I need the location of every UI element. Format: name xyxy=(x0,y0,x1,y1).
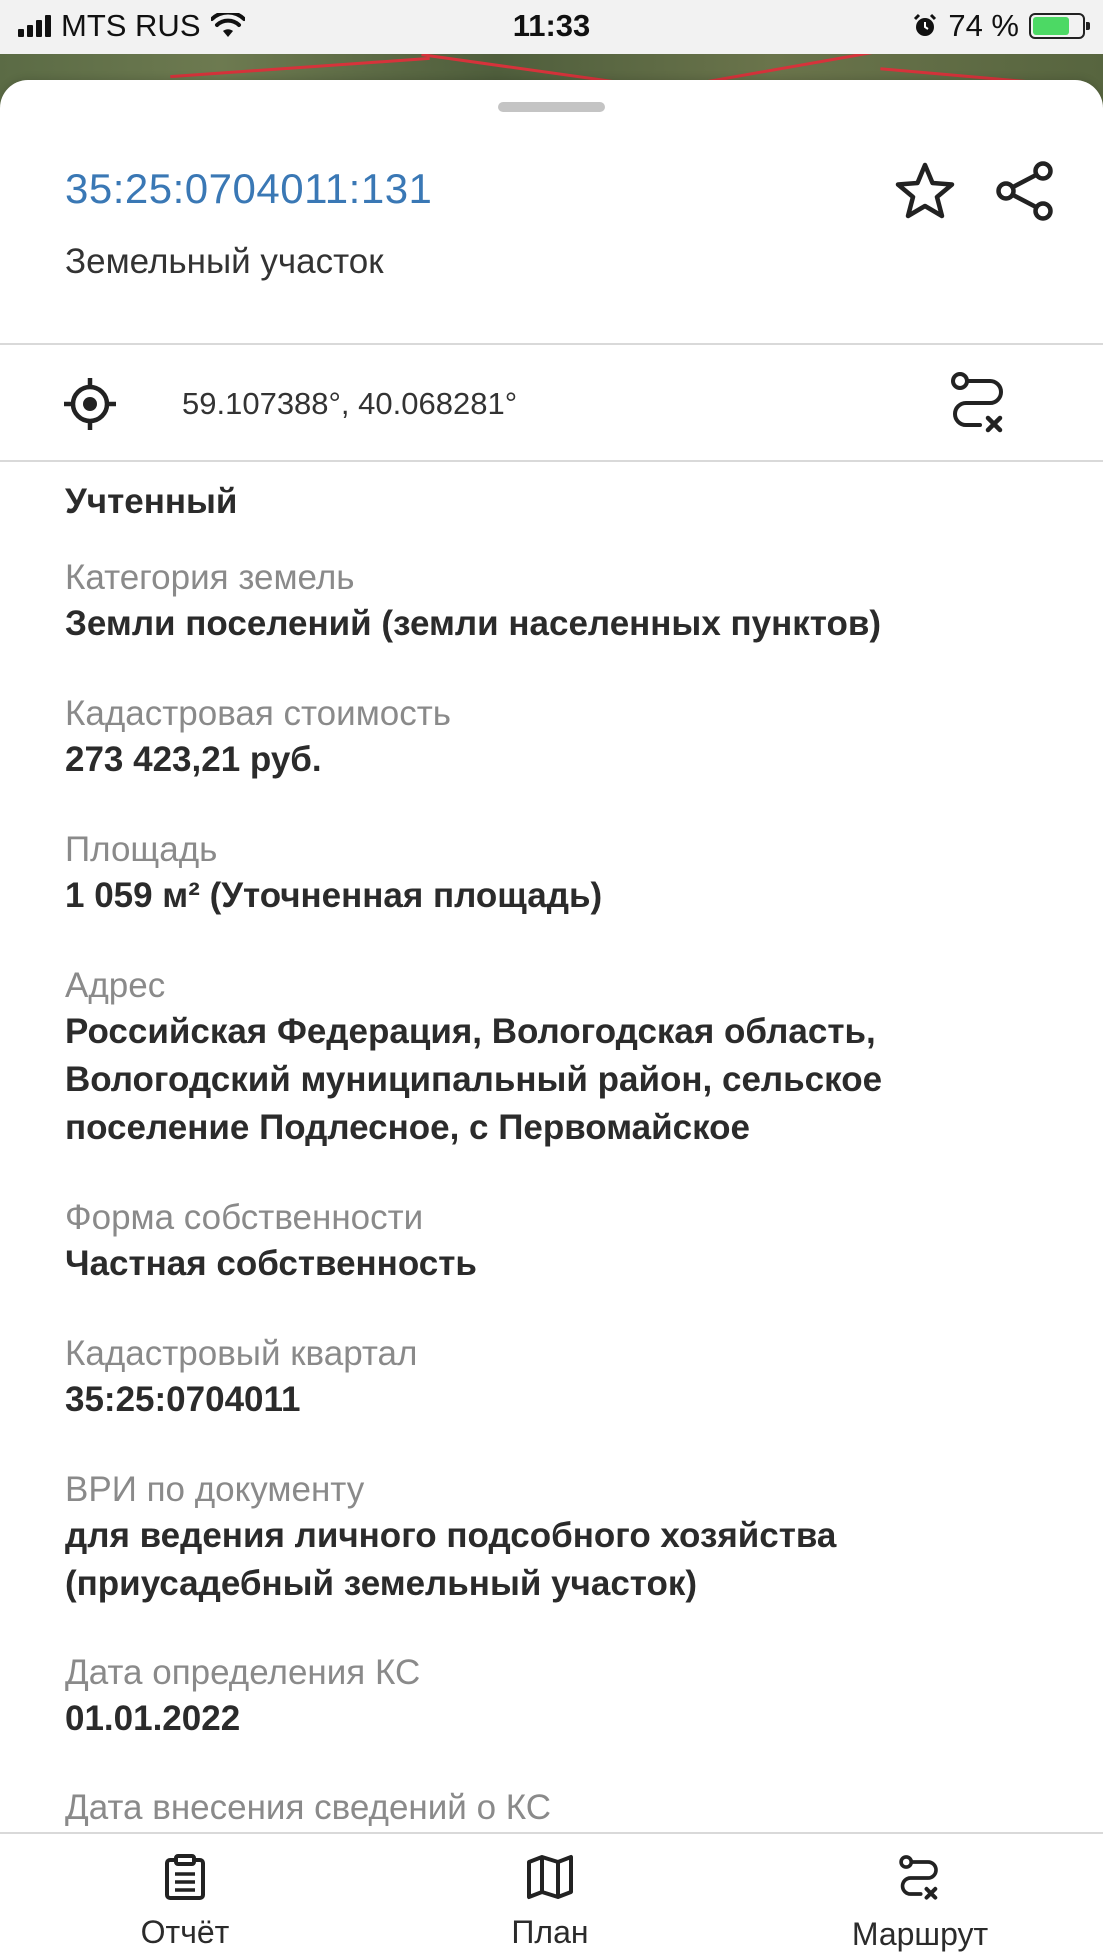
parcel-info-sheet: 35:25:0704011:131 Земельный участок 59.1… xyxy=(0,80,1103,1832)
field-value: 1 059 м² (Уточненная площадь) xyxy=(65,876,603,915)
divider xyxy=(0,343,1103,345)
field-value: 273 423,21 руб. xyxy=(65,740,322,779)
valuation-date-field: Дата определения КС 01.01.2022 xyxy=(65,1651,1055,1743)
route-icon xyxy=(899,1855,938,1900)
permitted-use-line: (приусадебный земельный участок) xyxy=(65,1564,698,1603)
battery-level xyxy=(1033,17,1069,35)
field-label: Дата определения КС xyxy=(65,1653,421,1692)
permitted-use-field: ВРИ по документу для ведения личного под… xyxy=(65,1468,1055,1608)
field-label: ВРИ по документу xyxy=(65,1470,365,1509)
status-right: 74 % xyxy=(912,8,1090,44)
land-category-field: Категория земель Земли поселений (земли … xyxy=(65,556,1055,648)
area-field: Площадь 1 059 м² (Уточненная площадь) xyxy=(65,828,1055,920)
status-field: Учтенный xyxy=(65,478,1055,526)
valuation-entry-date-field: Дата внесения сведений о КС xyxy=(65,1786,1055,1830)
cadastral-value-field: Кадастровая стоимость 273 423,21 руб. xyxy=(65,692,1055,784)
sheet-grabber[interactable] xyxy=(498,102,605,112)
share-icon xyxy=(996,161,1053,221)
field-label: Дата внесения сведений о КС xyxy=(65,1788,552,1827)
crosshair-icon xyxy=(64,378,116,430)
tab-label: Маршрут xyxy=(851,1916,989,1952)
field-value: 35:25:0704011 xyxy=(65,1380,301,1419)
locate-button[interactable] xyxy=(60,374,120,434)
field-value: Частная собственность xyxy=(65,1244,477,1283)
route-clear-icon xyxy=(951,372,1003,433)
cadastral-number[interactable]: 35:25:0704011:131 xyxy=(65,165,432,213)
alarm-icon xyxy=(914,13,937,36)
object-type: Земельный участок xyxy=(65,242,384,281)
tab-plan[interactable]: План xyxy=(480,1834,620,1960)
share-button[interactable] xyxy=(990,156,1060,226)
field-value: 01.01.2022 xyxy=(65,1699,241,1738)
favorite-button[interactable] xyxy=(890,156,960,226)
field-label: Кадастровый квартал xyxy=(65,1334,418,1373)
coordinates-text[interactable]: 59.107388°, 40.068281° xyxy=(182,386,517,422)
field-label: Кадастровая стоимость xyxy=(65,694,451,733)
divider xyxy=(0,460,1103,462)
coordinates-row: 59.107388°, 40.068281° xyxy=(0,346,1103,460)
address-field: Адрес Российская Федерация, Вологодская … xyxy=(65,964,1055,1152)
field-label: Адрес xyxy=(65,966,166,1005)
clipboard-icon xyxy=(165,1854,205,1900)
field-value: Земли поселений (земли населенных пункто… xyxy=(65,604,882,643)
tab-label: Отчёт xyxy=(140,1914,230,1950)
status-value: Учтенный xyxy=(65,482,238,521)
route-clear-button[interactable] xyxy=(944,368,1014,438)
tab-report[interactable]: Отчёт xyxy=(110,1834,260,1960)
permitted-use-line: для ведения личного подсобного хозяйства xyxy=(65,1516,837,1555)
status-bar: MTS RUS 11:33 74 % xyxy=(0,0,1103,54)
tab-label: План xyxy=(511,1914,589,1950)
map-icon xyxy=(527,1855,573,1899)
bottom-tab-bar: Отчёт План Маршрут xyxy=(0,1832,1103,1960)
star-icon xyxy=(895,162,955,219)
field-label: Площадь xyxy=(65,830,218,869)
field-label: Категория земель xyxy=(65,558,355,597)
cadastral-quarter-field: Кадастровый квартал 35:25:0704011 xyxy=(65,1332,1055,1424)
ownership-field: Форма собственности Частная собственност… xyxy=(65,1196,1055,1288)
field-label: Форма собственности xyxy=(65,1198,424,1237)
address-line: поселение Подлесное, с Первомайское xyxy=(65,1108,750,1147)
tab-route[interactable]: Маршрут xyxy=(830,1834,1010,1960)
address-line: Вологодский муниципальный район, сельско… xyxy=(65,1060,883,1099)
battery-percent: 74 % xyxy=(948,8,1019,43)
address-line: Российская Федерация, Вологодская област… xyxy=(65,1012,876,1051)
battery-icon xyxy=(1029,13,1090,39)
